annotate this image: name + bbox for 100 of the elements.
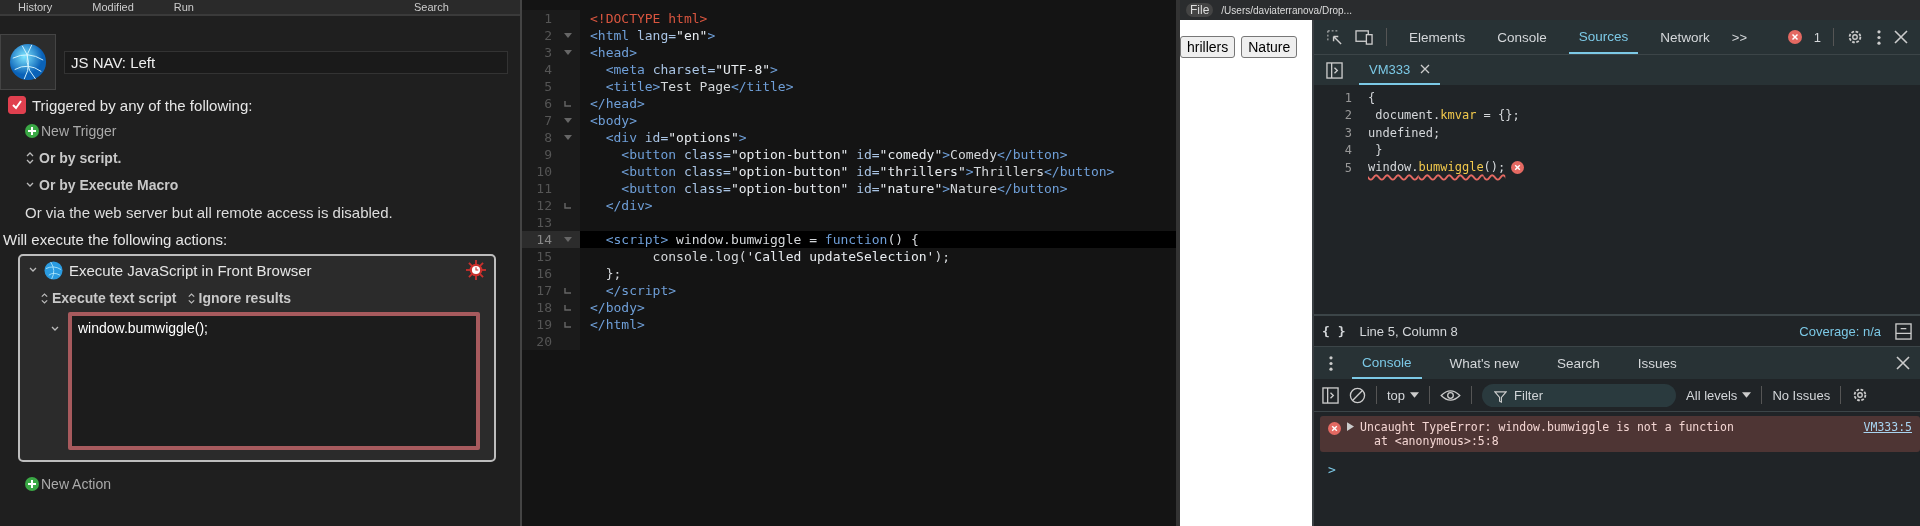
- source-line: document.kmvar = {};: [1374, 108, 1520, 123]
- error-count[interactable]: 1: [1813, 29, 1821, 45]
- line-number: 8: [543, 130, 553, 145]
- source-link[interactable]: VM333:5: [1863, 420, 1912, 434]
- macro-name-field[interactable]: JS NAV: Left: [64, 50, 508, 74]
- code-line: </body>: [589, 300, 645, 315]
- line-number: 1: [543, 11, 553, 26]
- close-icon[interactable]: [1420, 64, 1431, 74]
- checkmark-icon: [11, 99, 23, 111]
- stack-trace: at <anonymous>:5:8: [1373, 434, 1500, 448]
- clear-console-icon[interactable]: [1349, 386, 1366, 404]
- source-line: }: [1374, 143, 1383, 158]
- issues-button[interactable]: No Issues: [1772, 387, 1831, 403]
- line-number: 5: [1343, 160, 1353, 175]
- trigger-option[interactable]: Or by Execute Macro: [39, 177, 179, 193]
- trigger-option[interactable]: Or by script.: [39, 150, 122, 166]
- option-button[interactable]: Nature: [1241, 36, 1298, 58]
- globe-icon: [44, 260, 63, 280]
- action-title: Execute JavaScript in Front Browser: [69, 261, 312, 279]
- line-number: 16: [535, 266, 553, 281]
- line-number: 15: [535, 249, 553, 264]
- line-number: 3: [543, 45, 553, 60]
- settings-icon[interactable]: [1846, 28, 1864, 46]
- line-number: 6: [543, 96, 553, 111]
- toolbar-label[interactable]: Run: [173, 0, 194, 14]
- more-options-icon[interactable]: [1876, 28, 1882, 46]
- drawer-toggle-icon[interactable]: [1895, 322, 1912, 340]
- stepper-icon[interactable]: [25, 151, 35, 165]
- option-button[interactable]: hrillers: [1180, 36, 1236, 58]
- line-number: 19: [535, 317, 553, 332]
- code-line: <html lang="en">: [589, 28, 716, 43]
- toolbar-label[interactable]: Search: [414, 0, 449, 14]
- context-dropdown[interactable]: top: [1387, 387, 1420, 403]
- code-line: <button class="option-button" id="thrillers">Thrillers</button>: [620, 164, 1115, 179]
- actions-heading: Will execute the following actions:: [3, 231, 229, 248]
- globe-icon: [9, 43, 47, 81]
- fold-arrow-icon[interactable]: [564, 49, 572, 56]
- stepper-icon: [186, 291, 196, 305]
- new-trigger-link[interactable]: New Trigger: [41, 123, 117, 139]
- pretty-print-button[interactable]: { }: [1322, 323, 1346, 339]
- line-number: 9: [543, 147, 553, 162]
- line-number: 12: [535, 198, 553, 213]
- web-server-note: Or via the web server but all remote access is disabled.: [25, 204, 394, 221]
- code-line: <title>Test Page</title>: [604, 79, 794, 94]
- file-tab[interactable]: VM333: [1359, 55, 1441, 85]
- caret-down-icon: [1742, 392, 1752, 398]
- macro-icon-well[interactable]: [0, 34, 56, 90]
- expand-triangle-icon[interactable]: [1347, 422, 1354, 431]
- toolbar-label[interactable]: History: [18, 0, 53, 14]
- inspect-icon[interactable]: [1326, 28, 1343, 46]
- devtools-tab[interactable]: Console: [1487, 20, 1557, 54]
- device-toolbar-icon[interactable]: [1355, 28, 1374, 46]
- drawer-tab[interactable]: Issues: [1627, 347, 1687, 379]
- code-line: };: [604, 266, 622, 281]
- fold-end-icon: [564, 287, 572, 294]
- code-line: <script> window.bumwiggle = function() {: [604, 232, 919, 247]
- fold-arrow-icon[interactable]: [564, 32, 572, 39]
- gear-icon[interactable]: [466, 260, 486, 280]
- popup-menu[interactable]: Execute text script: [40, 290, 177, 306]
- file-scheme-chip[interactable]: File: [1186, 3, 1214, 17]
- trigger-checkbox[interactable]: [8, 96, 26, 114]
- fold-arrow-icon[interactable]: [564, 117, 572, 124]
- levels-dropdown[interactable]: All levels: [1686, 387, 1752, 403]
- line-number: 11: [535, 181, 553, 196]
- devtools-tab[interactable]: Network: [1650, 20, 1720, 54]
- sidebar-toggle-icon[interactable]: [1326, 61, 1343, 79]
- caret-down-icon: [1410, 392, 1420, 398]
- drawer-tab[interactable]: Console: [1352, 347, 1422, 379]
- line-number: 14: [535, 232, 553, 247]
- eye-icon[interactable]: [1440, 388, 1462, 402]
- popup-menu[interactable]: Ignore results: [186, 290, 292, 306]
- add-icon[interactable]: [25, 477, 39, 491]
- drawer-tab[interactable]: What's new: [1439, 347, 1529, 379]
- close-icon[interactable]: [1894, 30, 1908, 44]
- fold-arrow-icon[interactable]: [564, 236, 572, 243]
- more-tabs-button[interactable]: >>: [1731, 29, 1748, 45]
- address-bar[interactable]: /Users/daviaterranova/Drop...: [1221, 4, 1352, 16]
- toolbar-label[interactable]: Modified: [92, 0, 134, 14]
- trigger-label: Triggered by any of the following:: [32, 96, 253, 114]
- source-line: {: [1368, 90, 1376, 105]
- devtools-tab[interactable]: Elements: [1399, 20, 1476, 54]
- sidebar-toggle-icon[interactable]: [1322, 386, 1339, 404]
- add-icon[interactable]: [25, 124, 39, 138]
- console-prompt[interactable]: >: [1314, 452, 1920, 477]
- script-text-area[interactable]: window.bumwiggle();: [68, 312, 480, 450]
- stepper-icon: [40, 291, 49, 305]
- code-line: </html>: [589, 317, 645, 332]
- code-line: </head>: [589, 96, 645, 111]
- filter-field[interactable]: Filter: [1482, 383, 1677, 407]
- new-action-link[interactable]: New Action: [41, 476, 112, 492]
- line-number: 20: [535, 334, 553, 349]
- coverage-link[interactable]: Coverage: n/a: [1799, 323, 1881, 339]
- code-line: <body>: [589, 113, 637, 128]
- line-number: 2: [1343, 108, 1353, 123]
- drawer-tab[interactable]: Search: [1546, 347, 1610, 379]
- more-options-icon[interactable]: [1328, 354, 1334, 372]
- error-icon: [1328, 422, 1341, 435]
- line-number: 7: [543, 113, 553, 128]
- close-icon[interactable]: [1896, 356, 1910, 370]
- fold-arrow-icon[interactable]: [564, 134, 572, 141]
